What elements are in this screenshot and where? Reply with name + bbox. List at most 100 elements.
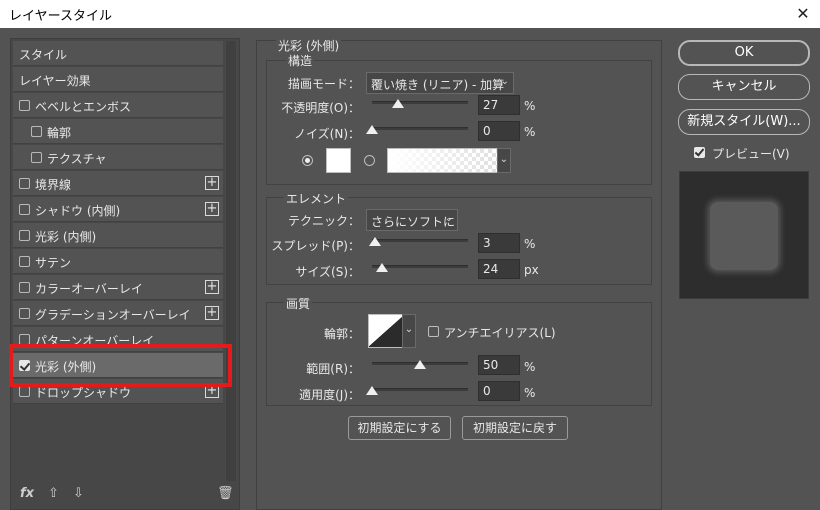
style-item[interactable]: グラデーションオーバーレイ + (13, 301, 223, 326)
style-item-checkbox[interactable] (19, 178, 30, 189)
add-effect-icon[interactable]: + (205, 306, 219, 320)
style-item-checkbox[interactable] (19, 204, 30, 215)
chevron-down-icon: ⌄ (500, 76, 509, 87)
style-item[interactable]: レイヤー効果 (13, 67, 223, 92)
preview-thumbnail (679, 171, 809, 299)
slider-knob[interactable] (366, 386, 378, 395)
style-item-label: 輪郭 (47, 126, 72, 140)
range-unit: % (524, 360, 536, 374)
contour-linear-icon (368, 314, 406, 348)
style-item-label: スタイル (19, 48, 68, 62)
technique-select[interactable]: さらにソフトに ⌄ (366, 209, 458, 231)
contour-dropdown-icon[interactable]: ⌄ (402, 314, 416, 348)
style-item-checkbox[interactable] (31, 126, 42, 137)
noise-input[interactable]: 0 (478, 121, 520, 141)
style-item[interactable]: スタイル (13, 41, 223, 66)
styles-list-toolbar: fx ⇧ ⇩ 🗑 (10, 482, 240, 506)
blend-mode-label: 描画モード： (287, 77, 360, 91)
style-item[interactable]: テクスチャ (13, 145, 223, 170)
styles-list-panel: スタイルレイヤー効果ベベルとエンボス輪郭テクスチャ 境界線 + シャドウ (内側) + 光… (10, 38, 240, 510)
style-item-checkbox[interactable] (19, 282, 30, 293)
style-item[interactable]: カラーオーバーレイ + (13, 275, 223, 300)
technique-label: テクニック： (287, 214, 360, 228)
add-effect-icon[interactable]: + (205, 176, 219, 190)
move-up-icon[interactable]: ⇧ (48, 486, 59, 501)
style-item-label: シャドウ (内側) (35, 204, 121, 218)
style-item[interactable]: サテン (13, 249, 223, 274)
add-effect-icon[interactable]: + (205, 280, 219, 294)
style-item[interactable]: 輪郭 (13, 119, 223, 144)
gradient-swatch[interactable] (387, 148, 509, 173)
blend-mode-select[interactable]: 覆い焼き (リニア) - 加算 ⌄ (366, 72, 514, 94)
glow-color-swatch[interactable] (326, 148, 351, 173)
opacity-label: 不透明度(O)： (281, 101, 360, 115)
preview-tile (710, 202, 778, 270)
style-item[interactable]: 境界線 + (13, 171, 223, 196)
style-item-label: カラーオーバーレイ (35, 282, 143, 296)
move-down-icon[interactable]: ⇩ (73, 486, 84, 501)
contour-picker[interactable] (368, 314, 406, 348)
range-slider[interactable] (372, 360, 468, 369)
gradient-dropdown-icon[interactable]: ⌄ (497, 148, 511, 173)
styles-list-scrollbar[interactable] (225, 41, 237, 481)
slider-knob[interactable] (375, 263, 388, 272)
size-unit: px (524, 263, 539, 277)
size-input[interactable]: 24 (478, 259, 520, 279)
style-item-checkbox[interactable] (31, 152, 42, 163)
spread-input[interactable]: 3 (478, 233, 520, 253)
opacity-input[interactable]: 27 (478, 95, 520, 115)
add-effect-icon[interactable]: + (205, 202, 219, 216)
size-slider[interactable] (372, 263, 468, 272)
spread-unit: % (524, 237, 536, 251)
noise-label: ノイズ(N)： (294, 127, 360, 141)
gradient-radio[interactable] (364, 155, 375, 166)
style-item-checkbox[interactable] (19, 256, 30, 267)
chevron-down-icon: ⌄ (444, 213, 453, 224)
close-icon[interactable]: ✕ (790, 2, 816, 26)
opacity-slider[interactable] (372, 99, 468, 108)
cancel-button[interactable]: キャンセル (678, 74, 810, 100)
new-style-button[interactable]: 新規スタイル(W)... (678, 109, 810, 135)
slider-knob[interactable] (366, 125, 378, 134)
blend-mode-value: 覆い焼き (リニア) - 加算 (371, 78, 505, 92)
trash-icon[interactable]: 🗑 (217, 486, 234, 501)
slider-knob[interactable] (368, 237, 381, 246)
style-item-label: 光彩 (内側) (35, 230, 97, 244)
fx-icon[interactable]: fx (20, 486, 34, 501)
style-item[interactable]: ベベルとエンボス (13, 93, 223, 118)
jitter-label: 適用度(J)： (299, 388, 360, 402)
size-label: サイズ(S)： (295, 265, 360, 279)
style-item-checkbox[interactable] (19, 100, 30, 111)
slider-knob[interactable] (391, 99, 404, 108)
style-item-label: レイヤー効果 (19, 74, 91, 88)
jitter-slider[interactable] (366, 386, 468, 395)
title-bar: レイヤースタイル ✕ (0, 0, 820, 28)
style-item-label: サテン (35, 256, 72, 270)
style-item-checkbox[interactable] (19, 308, 30, 319)
noise-unit: % (524, 125, 536, 139)
jitter-input[interactable]: 0 (478, 381, 520, 401)
reset-default-button[interactable]: 初期設定に戻す (462, 416, 568, 440)
contour-label: 輪郭： (323, 327, 360, 341)
style-item-checkbox[interactable] (19, 386, 30, 397)
range-label: 範囲(R)： (306, 362, 360, 376)
slider-knob[interactable] (414, 360, 426, 369)
make-default-button[interactable]: 初期設定にする (348, 416, 451, 440)
scrollbar-thumb[interactable] (226, 41, 236, 481)
ok-button[interactable]: OK (678, 40, 810, 66)
style-item[interactable]: 光彩 (内側) (13, 223, 223, 248)
window-title: レイヤースタイル (9, 9, 112, 24)
elements-title: エレメント (284, 190, 349, 207)
style-item-label: ベベルとエンボス (35, 100, 132, 114)
style-item-checkbox[interactable] (19, 230, 30, 241)
noise-slider[interactable] (366, 125, 468, 134)
style-item[interactable]: シャドウ (内側) + (13, 197, 223, 222)
antialias-checkbox[interactable] (428, 326, 439, 337)
preview-label: プレビュー(V) (712, 147, 790, 161)
spread-label: スプレッド(P)： (271, 239, 360, 253)
preview-checkbox[interactable] (694, 147, 705, 158)
spread-slider[interactable] (368, 237, 468, 246)
technique-value: さらにソフトに (371, 215, 456, 229)
solid-color-radio[interactable] (302, 155, 313, 166)
range-input[interactable]: 50 (478, 355, 520, 375)
